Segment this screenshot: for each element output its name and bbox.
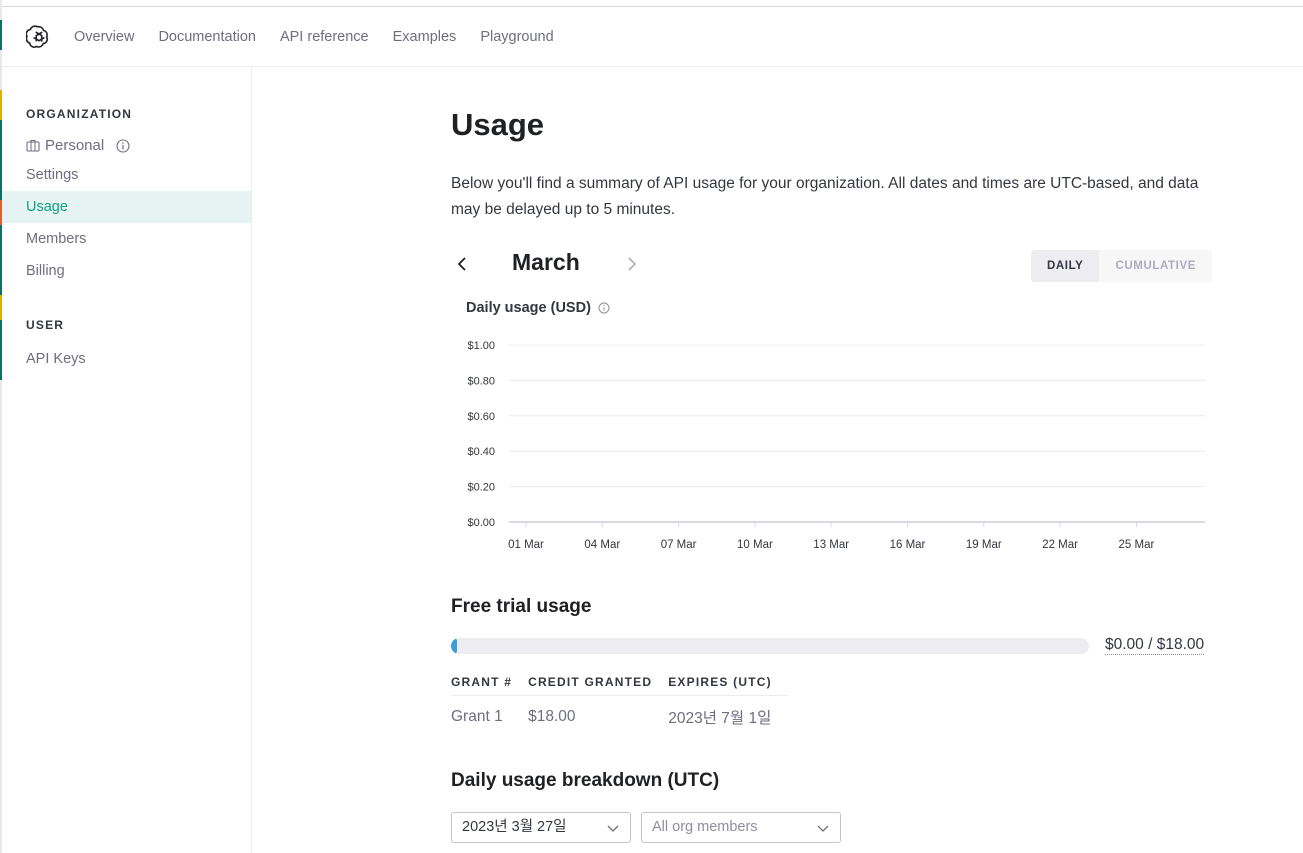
sidebar-item-billing[interactable]: Billing [2, 255, 251, 287]
members-select[interactable]: All org members [641, 812, 841, 843]
chevron-left-icon[interactable] [453, 255, 471, 273]
free-trial-amount[interactable]: $0.00 / $18.00 [1105, 636, 1205, 655]
month-label: March [512, 249, 580, 275]
openai-logo-icon[interactable] [26, 24, 52, 50]
free-trial-progress-fill [451, 638, 457, 654]
sidebar-item-settings[interactable]: Settings [2, 159, 251, 191]
date-picker[interactable]: 2023년 3월 27일 [451, 812, 631, 843]
x-tick-label: 13 Mar [813, 539, 849, 551]
y-tick-label: $0.20 [467, 482, 495, 494]
month-navigation: March DAILY CUMULATIVE [451, 247, 1212, 283]
nav-overview[interactable]: Overview [74, 29, 134, 45]
date-picker-value: 2023년 3월 27일 [462, 819, 567, 835]
table-row: Grant 1 $18.00 2023년 7월 1일 [451, 696, 788, 735]
toggle-cumulative[interactable]: CUMULATIVE [1099, 250, 1212, 282]
briefcase-icon [26, 139, 40, 152]
y-tick-label: $0.00 [467, 517, 495, 529]
y-tick-label: $0.40 [467, 446, 495, 458]
page-title: Usage [451, 107, 545, 142]
organization-heading: ORGANIZATION [26, 107, 133, 121]
sidebar: ORGANIZATION Personal Settings Usage Mem… [2, 67, 252, 853]
chevron-down-icon [817, 825, 829, 832]
grant-credit: $18.00 [528, 708, 576, 725]
x-tick-label: 04 Mar [584, 539, 620, 551]
free-trial-progress-bar [451, 638, 1089, 654]
chevron-right-icon[interactable] [623, 255, 641, 273]
y-tick-label: $1.00 [467, 340, 495, 352]
grants-header-credit: CREDIT GRANTED [528, 670, 669, 696]
nav-examples[interactable]: Examples [393, 29, 457, 45]
sidebar-item-members[interactable]: Members [2, 223, 251, 255]
grants-header-row: GRANT # CREDIT GRANTED EXPIRES (UTC) [451, 670, 788, 696]
x-tick-label: 10 Mar [737, 539, 773, 551]
org-name: Personal [45, 137, 105, 154]
nav-playground[interactable]: Playground [480, 29, 553, 45]
x-tick-label: 22 Mar [1042, 539, 1078, 551]
toggle-daily[interactable]: DAILY [1031, 250, 1100, 282]
view-toggle: DAILY CUMULATIVE [1031, 250, 1212, 282]
grants-header-grant: GRANT # [451, 670, 529, 696]
grants-table: GRANT # CREDIT GRANTED EXPIRES (UTC) Gra… [451, 670, 788, 734]
y-tick-label: $0.80 [467, 375, 495, 387]
sidebar-item-usage[interactable]: Usage [2, 191, 251, 223]
info-icon[interactable] [598, 302, 610, 314]
daily-usage-chart: $1.00 $0.80 $0.60 $0.40 $0.20 $0.00 01 Mar 04 M… [467, 340, 1205, 551]
nav-documentation[interactable]: Documentation [158, 29, 256, 45]
members-select-placeholder: All org members [652, 819, 758, 835]
user-heading: USER [26, 318, 65, 332]
chart-title: Daily usage (USD) [466, 300, 610, 316]
sidebar-item-api-keys[interactable]: API Keys [2, 343, 251, 375]
page-intro: Below you'll find a summary of API usage… [451, 175, 1199, 218]
nav-api-reference[interactable]: API reference [280, 29, 369, 45]
chart-title-text: Daily usage (USD) [466, 300, 591, 316]
x-tick-label: 16 Mar [890, 539, 926, 551]
info-icon[interactable] [116, 138, 130, 153]
x-tick-label: 07 Mar [661, 539, 697, 551]
x-tick-label: 19 Mar [966, 539, 1002, 551]
org-selector[interactable]: Personal [26, 137, 130, 154]
breakdown-title: Daily usage breakdown (UTC) [451, 770, 720, 791]
x-tick-label: 01 Mar [508, 539, 544, 551]
nav-links: Overview Documentation API reference Exa… [74, 7, 578, 67]
grant-id: Grant 1 [451, 708, 503, 725]
y-tick-label: $0.60 [467, 411, 495, 423]
top-navigation: Overview Documentation API reference Exa… [2, 7, 1303, 67]
free-trial-title: Free trial usage [451, 596, 592, 617]
grants-header-expires: EXPIRES (UTC) [668, 670, 788, 696]
grant-expires: 2023년 7월 1일 [668, 710, 772, 727]
chevron-down-icon [607, 825, 619, 832]
x-tick-label: 25 Mar [1119, 539, 1155, 551]
